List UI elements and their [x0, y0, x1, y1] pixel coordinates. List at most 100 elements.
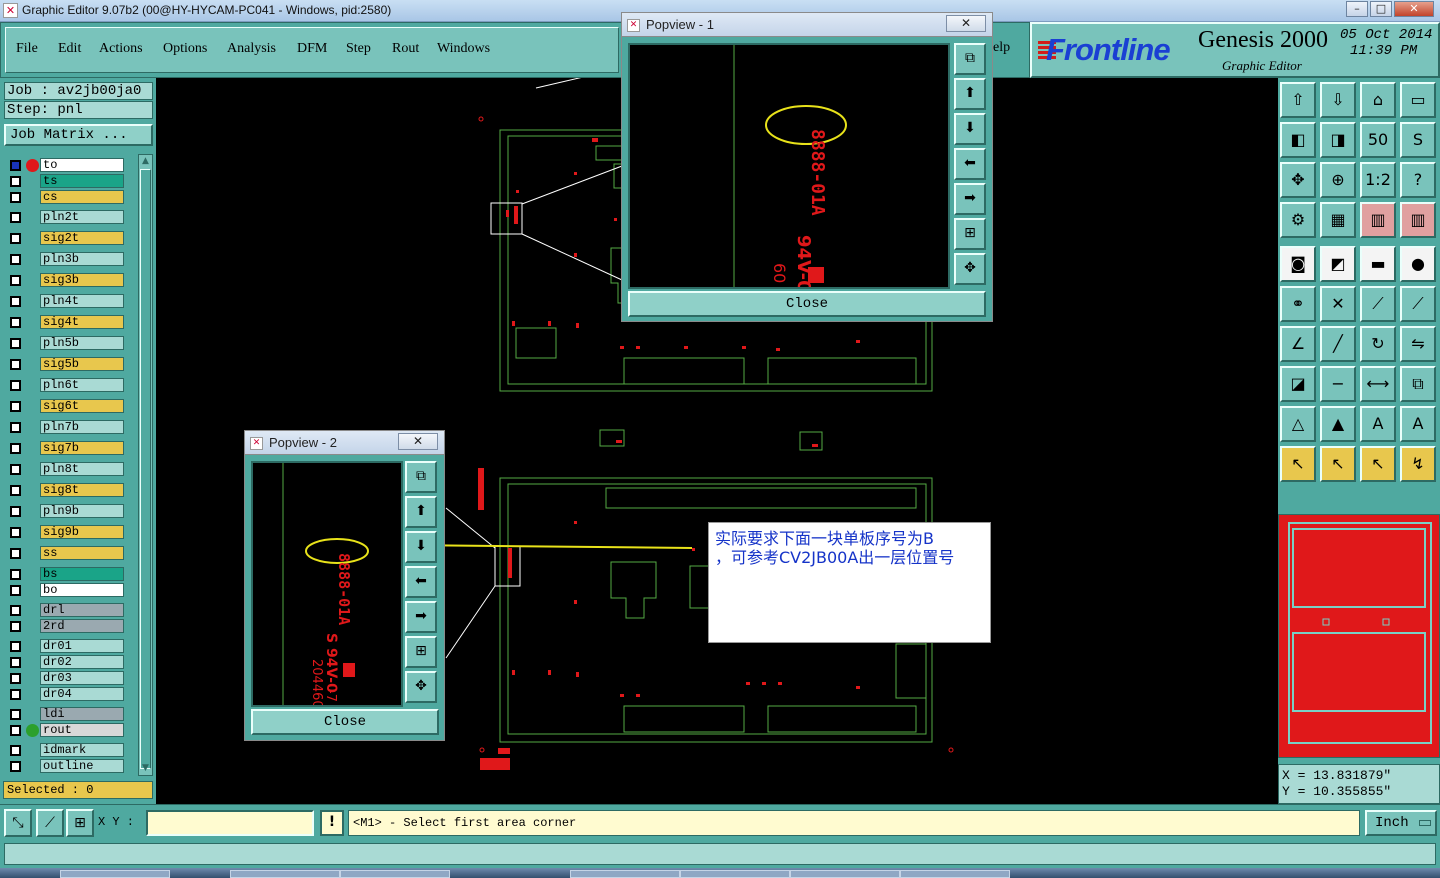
- segment-icon[interactable]: ⟋: [1360, 286, 1396, 322]
- layer-checkbox[interactable]: [10, 605, 21, 616]
- taskbar-item[interactable]: [340, 870, 450, 878]
- layer-row-pln4t[interactable]: pln4t: [6, 294, 124, 308]
- triangle-icon[interactable]: △: [1280, 406, 1316, 442]
- layer-checkbox[interactable]: [10, 689, 21, 700]
- maximize-button[interactable]: □: [1370, 1, 1392, 17]
- warning-icon[interactable]: !: [320, 810, 344, 836]
- pointer-box-icon[interactable]: ↖: [1320, 446, 1356, 482]
- layer-checkbox[interactable]: [10, 317, 21, 328]
- line-draw-icon[interactable]: ◩: [1320, 246, 1356, 282]
- select-pad-icon[interactable]: ◪: [1280, 366, 1316, 402]
- menu-help-partial[interactable]: elp: [993, 40, 1010, 56]
- layer-checkbox[interactable]: [10, 192, 21, 203]
- layer-row-rout[interactable]: rout: [6, 723, 124, 737]
- cross-icon[interactable]: ✕: [1320, 286, 1356, 322]
- layer-row-sig6t[interactable]: sig6t: [6, 399, 124, 413]
- taskbar-item[interactable]: [790, 870, 900, 878]
- pointer-path-icon[interactable]: ↯: [1400, 446, 1436, 482]
- layer-checkbox[interactable]: [10, 709, 21, 720]
- scroll-down-icon[interactable]: ▼: [139, 762, 152, 775]
- layer-checkbox[interactable]: [10, 548, 21, 559]
- circle-pad-icon[interactable]: ●: [1400, 246, 1436, 282]
- popview-1-close-button[interactable]: Close: [628, 291, 986, 317]
- letter-a-alt-icon[interactable]: A: [1400, 406, 1436, 442]
- layer-row-2rd[interactable]: 2rd: [6, 619, 124, 633]
- layer-checkbox[interactable]: [10, 569, 21, 580]
- layer-checkbox[interactable]: [10, 338, 21, 349]
- xy-input[interactable]: [146, 810, 314, 836]
- zoom-area-icon[interactable]: ⤡: [4, 809, 32, 837]
- layer-checkbox[interactable]: [10, 673, 21, 684]
- pan-down-icon[interactable]: ⬇: [405, 531, 437, 563]
- layer-checkbox[interactable]: [10, 380, 21, 391]
- pointer-circle-icon[interactable]: ↖: [1360, 446, 1396, 482]
- layer-row-bs[interactable]: bs: [6, 567, 124, 581]
- popview-2-screen[interactable]: 8888-01A S 94V-0 204460 -7: [251, 461, 403, 707]
- zoom-out-icon[interactable]: ✥: [954, 253, 986, 285]
- menu-windows[interactable]: Windows: [437, 41, 490, 57]
- minus-icon[interactable]: −: [1320, 366, 1356, 402]
- menu-file[interactable]: File: [16, 41, 38, 57]
- layer-row-sig8t[interactable]: sig8t: [6, 483, 124, 497]
- pan-up-icon[interactable]: ⬆: [405, 496, 437, 528]
- pan-up-icon[interactable]: ⬆: [954, 78, 986, 110]
- menu-analysis[interactable]: Analysis: [227, 41, 276, 57]
- popview-1-window[interactable]: ✕ Popview - 1 ✕ 8888-01A 94V-0 60 ⧉ ⬆ ⬇ …: [621, 12, 993, 322]
- segment-alt-icon[interactable]: ⟋: [1400, 286, 1436, 322]
- layer-checkbox[interactable]: [10, 657, 21, 668]
- layer-row-ts[interactable]: ts: [6, 174, 124, 188]
- taskbar-item[interactable]: [230, 870, 340, 878]
- move-right-icon[interactable]: ◨: [1320, 122, 1356, 158]
- layer-row-sig2t[interactable]: sig2t: [6, 231, 124, 245]
- help-icon[interactable]: ?: [1400, 162, 1436, 198]
- layer-row-sig3b[interactable]: sig3b: [6, 273, 124, 287]
- zoom-in-icon[interactable]: ⊞: [405, 636, 437, 668]
- slash-icon[interactable]: ╱: [1320, 326, 1356, 362]
- angle-icon[interactable]: ∠: [1280, 326, 1316, 362]
- layer-checkbox[interactable]: [10, 506, 21, 517]
- taskbar-item[interactable]: [570, 870, 680, 878]
- layer-checkbox[interactable]: [10, 275, 21, 286]
- home-icon[interactable]: ⌂: [1360, 82, 1396, 118]
- layer-row-to[interactable]: to: [6, 158, 124, 172]
- layers-alt-icon[interactable]: ▥: [1400, 202, 1436, 238]
- popview-1-close-icon[interactable]: ✕: [946, 15, 986, 32]
- layer-checkbox[interactable]: [10, 621, 21, 632]
- taskbar-item[interactable]: [680, 870, 790, 878]
- popview-1-titlebar[interactable]: ✕ Popview - 1 ✕: [622, 13, 992, 37]
- layer-checkbox[interactable]: [10, 527, 21, 538]
- group-icon[interactable]: ⧉: [1400, 366, 1436, 402]
- move-left-icon[interactable]: ◧: [1280, 122, 1316, 158]
- taskbar-item[interactable]: [900, 870, 1010, 878]
- pad-icon[interactable]: ◙: [1280, 246, 1316, 282]
- layer-row-outline[interactable]: outline: [6, 759, 124, 773]
- arc-icon[interactable]: ↻: [1360, 326, 1396, 362]
- save-icon[interactable]: ⇩: [1320, 82, 1356, 118]
- menu-dfm[interactable]: DFM: [297, 41, 327, 57]
- layers-icon[interactable]: ▥: [1360, 202, 1396, 238]
- layer-checkbox[interactable]: [10, 296, 21, 307]
- width-icon[interactable]: ⟷: [1360, 366, 1396, 402]
- layer-checkbox[interactable]: [10, 585, 21, 596]
- layer-row-dr02[interactable]: dr02: [6, 655, 124, 669]
- layer-list-scrollbar[interactable]: ▲ ▼: [138, 154, 153, 776]
- pan-right-icon[interactable]: ➡: [405, 601, 437, 633]
- overview-minimap[interactable]: [1278, 514, 1440, 758]
- layer-row-drl[interactable]: drl: [6, 603, 124, 617]
- layer-checkbox[interactable]: [10, 485, 21, 496]
- layer-checkbox[interactable]: [10, 725, 21, 736]
- layer-checkbox[interactable]: [10, 212, 21, 223]
- layer-row-dr03[interactable]: dr03: [6, 671, 124, 685]
- menu-options[interactable]: Options: [163, 41, 207, 57]
- layer-row-sig9b[interactable]: sig9b: [6, 525, 124, 539]
- layer-checkbox[interactable]: [10, 761, 21, 772]
- open-step-icon[interactable]: ⇧: [1280, 82, 1316, 118]
- layer-row-idmark[interactable]: idmark: [6, 743, 124, 757]
- unit-selector[interactable]: Inch: [1365, 810, 1437, 836]
- layer-row-ldi[interactable]: ldi: [6, 707, 124, 721]
- connect-icon[interactable]: ⚭: [1280, 286, 1316, 322]
- layer-row-sig7b[interactable]: sig7b: [6, 441, 124, 455]
- menu-actions[interactable]: Actions: [99, 41, 143, 57]
- popview-2-close-icon[interactable]: ✕: [398, 433, 438, 450]
- layer-row-dr04[interactable]: dr04: [6, 687, 124, 701]
